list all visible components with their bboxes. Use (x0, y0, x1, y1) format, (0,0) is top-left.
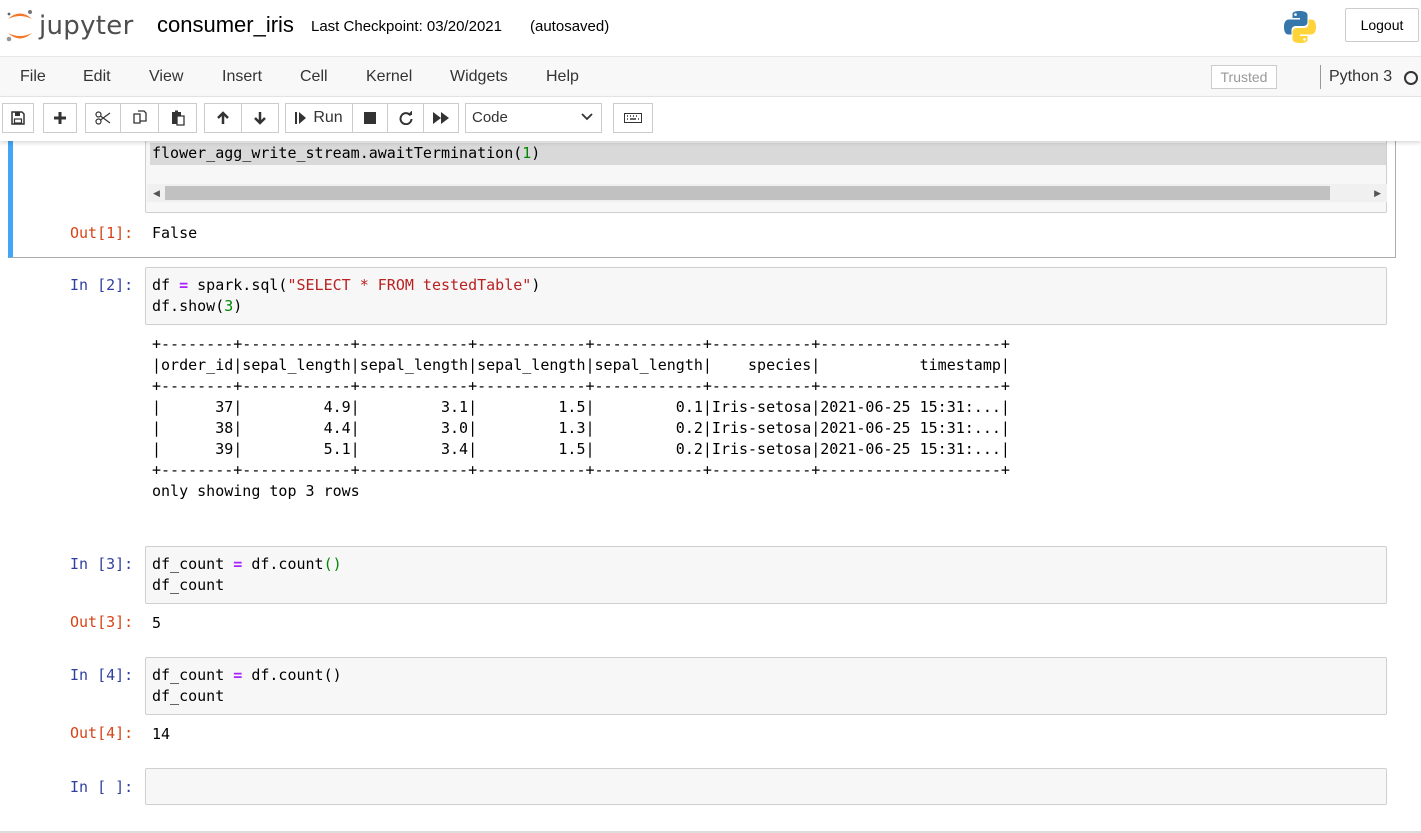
cell-output: False (152, 224, 198, 242)
menu-kernel[interactable]: Kernel (366, 68, 412, 86)
move-down-button[interactable] (241, 103, 279, 133)
arrow-down-icon (254, 112, 266, 125)
code-line: df_count (152, 576, 225, 594)
output-line: +--------+------------+------------+----… (152, 335, 1010, 353)
python-logo-icon (1282, 9, 1318, 50)
menu-insert[interactable]: Insert (222, 68, 262, 86)
cell-output: +--------+------------+------------+----… (152, 334, 1010, 502)
arrow-up-icon (217, 111, 229, 124)
code-input-area[interactable]: df = spark.sql("SELECT * FROM testedTabl… (145, 267, 1387, 325)
scrollbar-thumb[interactable] (165, 186, 1330, 200)
code-line: df = spark.sql("SELECT * FROM testedTabl… (152, 276, 541, 294)
interrupt-button[interactable] (352, 103, 388, 133)
menu-cell[interactable]: Cell (300, 68, 328, 86)
cell-type-select[interactable]: Code (465, 103, 602, 133)
code-input-area[interactable]: flower_agg_write_stream.awaitTermination… (145, 141, 1387, 213)
keyboard-icon (624, 113, 642, 123)
paste-button[interactable] (158, 103, 197, 133)
output-line: | 39| 5.1| 3.4| 1.5| 0.2|Iris-setosa|202… (152, 440, 1010, 458)
restart-run-all-button[interactable] (423, 103, 459, 133)
notebook-container[interactable]: flower_agg_write_stream.awaitTermination… (0, 141, 1421, 833)
fast-forward-icon (433, 112, 449, 124)
input-prompt: In [ ]: (70, 778, 134, 796)
code-line: df_count = df.count() (152, 555, 342, 573)
kernel-name: Python 3 (1329, 68, 1393, 85)
toolbar: Run Code (0, 97, 1421, 141)
code-line: df_count (152, 687, 225, 705)
stop-icon (364, 112, 376, 124)
notebook-name[interactable]: consumer_iris (157, 12, 294, 38)
output-line: |order_id|sepal_length|sepal_length|sepa… (152, 356, 1010, 374)
run-button-label: Run (313, 109, 343, 126)
menubar: File Edit View Insert Cell Kernel Widget… (0, 56, 1421, 97)
output-prompt: Out[1]: (70, 224, 134, 242)
autosave-status: (autosaved) (530, 18, 610, 35)
menubar-divider (1320, 65, 1321, 89)
output-line: | 37| 4.9| 3.1| 1.5| 0.1|Iris-setosa|202… (152, 398, 1010, 416)
output-prompt: Out[4]: (70, 724, 134, 742)
scroll-right-icon[interactable]: ▶ (1374, 188, 1381, 199)
insert-cell-button[interactable] (43, 103, 77, 133)
jupyter-logo-icon (6, 10, 32, 42)
scroll-left-icon[interactable]: ◀ (153, 188, 160, 199)
command-palette-button[interactable] (613, 103, 653, 133)
code-line: flower_agg_write_stream.awaitTermination… (152, 144, 541, 162)
output-prompt: Out[3]: (70, 613, 134, 631)
code-line: df.show(3) (152, 297, 243, 315)
input-prompt: In [3]: (70, 555, 134, 573)
run-icon (295, 112, 307, 124)
paste-icon (171, 110, 185, 126)
chevron-down-icon (581, 113, 593, 121)
save-button[interactable] (2, 103, 34, 133)
copy-button[interactable] (120, 103, 159, 133)
logo-text: jupyter (39, 11, 134, 41)
header: jupyter consumer_iris Last Checkpoint: 0… (0, 0, 1421, 56)
code-line: df_count = df.count() (152, 666, 342, 684)
cell-type-value: Code (472, 109, 508, 126)
menu-file[interactable]: File (20, 68, 46, 86)
code-input-area[interactable]: df_count = df.count() df_count (145, 657, 1387, 715)
menu-view[interactable]: View (149, 68, 183, 86)
menu-widgets[interactable]: Widgets (450, 68, 508, 86)
output-line: only showing top 3 rows (152, 482, 360, 500)
copy-icon (132, 110, 147, 124)
cut-button[interactable] (85, 103, 121, 133)
cell-output: 14 (152, 725, 171, 743)
run-button[interactable]: Run (285, 103, 353, 133)
output-line: +--------+------------+------------+----… (152, 461, 1010, 479)
restart-icon (399, 111, 412, 125)
jupyter-logo[interactable]: jupyter (5, 8, 134, 44)
move-up-button[interactable] (204, 103, 242, 133)
cell-output: 5 (152, 614, 162, 632)
empty-code-input-area[interactable] (145, 768, 1387, 805)
input-prompt: In [2]: (70, 276, 134, 294)
checkpoint-status: Last Checkpoint: 03/20/2021 (311, 18, 502, 35)
input-prompt: In [4]: (70, 666, 134, 684)
code-input-area[interactable]: df_count = df.count() df_count (145, 546, 1387, 604)
logout-button[interactable]: Logout (1345, 8, 1419, 42)
scissors-icon (95, 111, 111, 125)
menu-edit[interactable]: Edit (83, 68, 111, 86)
output-line: | 38| 4.4| 3.0| 1.3| 0.2|Iris-setosa|202… (152, 419, 1010, 437)
horizontal-scrollbar[interactable]: ◀ ▶ (147, 184, 1387, 202)
menu-help[interactable]: Help (546, 68, 579, 86)
kernel-idle-icon (1404, 71, 1418, 85)
save-icon (11, 111, 25, 125)
restart-button[interactable] (387, 103, 424, 133)
plus-icon (54, 112, 66, 124)
trusted-indicator[interactable]: Trusted (1211, 65, 1277, 89)
output-line: +--------+------------+------------+----… (152, 377, 1010, 395)
